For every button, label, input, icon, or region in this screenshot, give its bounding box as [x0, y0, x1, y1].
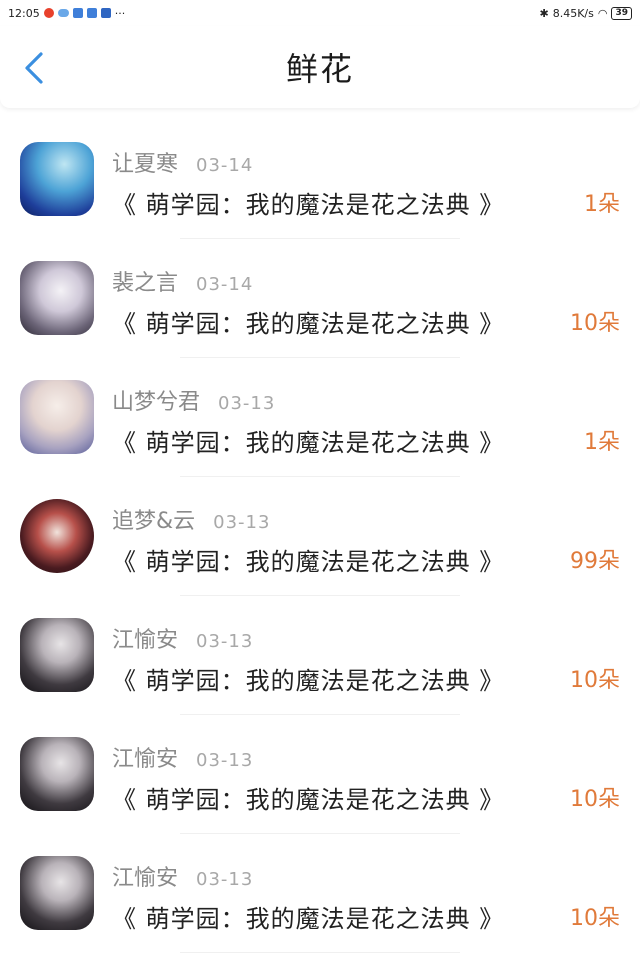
book-line: 《 萌学园：我的魔法是花之法典 》 10朵 [112, 661, 620, 696]
avatar[interactable] [20, 499, 94, 573]
book-line: 《 萌学园：我的魔法是花之法典 》 10朵 [112, 780, 620, 815]
book-title[interactable]: 《 萌学园：我的魔法是花之法典 》 [112, 899, 504, 934]
notification-icon [86, 8, 97, 18]
chevron-left-icon [25, 52, 43, 84]
item-text: 江愉安 03-13 《 萌学园：我的魔法是花之法典 》 10朵 [112, 860, 620, 934]
status-left: 12:05 ··· [8, 7, 125, 20]
list-item[interactable]: 追梦&云 03-13 《 萌学园：我的魔法是花之法典 》 99朵 [0, 477, 640, 596]
flower-count: 99朵 [570, 549, 620, 574]
avatar[interactable] [20, 737, 94, 811]
book-line: 《 萌学园：我的魔法是花之法典 》 10朵 [112, 304, 620, 339]
flower-list: 让夏寒 03-14 《 萌学园：我的魔法是花之法典 》 1朵 裴之言 03-14… [0, 120, 640, 953]
status-bar: 12:05 ··· ✱ 8.45K/s ◠ 39 [0, 0, 640, 26]
more-notifications-icon: ··· [114, 6, 126, 20]
username[interactable]: 江愉安 [112, 622, 178, 654]
item-meta: 江愉安 03-13 [112, 622, 620, 654]
book-title[interactable]: 《 萌学园：我的魔法是花之法典 》 [112, 542, 504, 577]
flower-count: 1朵 [584, 430, 620, 455]
date: 03-13 [218, 393, 276, 414]
status-right: ✱ 8.45K/s ◠ 39 [539, 6, 632, 20]
item-text: 山梦兮君 03-13 《 萌学园：我的魔法是花之法典 》 1朵 [112, 384, 620, 458]
book-line: 《 萌学园：我的魔法是花之法典 》 1朵 [112, 423, 620, 458]
page-header: 鲜花 [0, 26, 640, 108]
book-line: 《 萌学园：我的魔法是花之法典 》 10朵 [112, 899, 620, 934]
date: 03-13 [196, 869, 254, 890]
list-item[interactable]: 江愉安 03-13 《 萌学园：我的魔法是花之法典 》 10朵 [0, 834, 640, 953]
item-text: 江愉安 03-13 《 萌学园：我的魔法是花之法典 》 10朵 [112, 741, 620, 815]
flower-count: 10朵 [570, 787, 620, 812]
flower-count: 1朵 [584, 192, 620, 217]
username[interactable]: 江愉安 [112, 741, 178, 773]
username[interactable]: 山梦兮君 [112, 384, 200, 416]
date: 03-13 [196, 750, 254, 771]
item-meta: 江愉安 03-13 [112, 860, 620, 892]
book-line: 《 萌学园：我的魔法是花之法典 》 99朵 [112, 542, 620, 577]
item-text: 追梦&云 03-13 《 萌学园：我的魔法是花之法典 》 99朵 [112, 503, 620, 577]
battery-level: 39 [615, 7, 628, 18]
notification-icon [72, 8, 83, 18]
book-title[interactable]: 《 萌学园：我的魔法是花之法典 》 [112, 185, 504, 220]
book-title[interactable]: 《 萌学园：我的魔法是花之法典 》 [112, 304, 504, 339]
avatar[interactable] [20, 856, 94, 930]
battery-icon: 39 [611, 6, 632, 20]
flower-count: 10朵 [570, 906, 620, 931]
network-speed: 8.45K/s [552, 6, 594, 20]
avatar[interactable] [20, 142, 94, 216]
date: 03-13 [196, 631, 254, 652]
username[interactable]: 江愉安 [112, 860, 178, 892]
date: 03-13 [213, 512, 271, 533]
item-text: 江愉安 03-13 《 萌学园：我的魔法是花之法典 》 10朵 [112, 622, 620, 696]
status-time: 12:05 [8, 6, 40, 20]
weibo-icon [43, 8, 54, 18]
avatar[interactable] [20, 261, 94, 335]
flower-count: 10朵 [570, 668, 620, 693]
book-line: 《 萌学园：我的魔法是花之法典 》 1朵 [112, 185, 620, 220]
username[interactable]: 裴之言 [112, 265, 178, 297]
wifi-icon: ◠ [597, 6, 608, 20]
item-meta: 追梦&云 03-13 [112, 503, 620, 535]
item-text: 让夏寒 03-14 《 萌学园：我的魔法是花之法典 》 1朵 [112, 146, 620, 220]
list-item[interactable]: 让夏寒 03-14 《 萌学园：我的魔法是花之法典 》 1朵 [0, 120, 640, 239]
avatar[interactable] [20, 380, 94, 454]
back-button[interactable] [16, 50, 52, 86]
book-title[interactable]: 《 萌学园：我的魔法是花之法典 》 [112, 423, 504, 458]
date: 03-14 [196, 274, 254, 295]
flower-count: 10朵 [570, 311, 620, 336]
username[interactable]: 让夏寒 [112, 146, 178, 178]
location-icon [100, 8, 111, 18]
cloud-icon [57, 9, 69, 17]
bluetooth-icon: ✱ [539, 6, 549, 20]
list-item[interactable]: 裴之言 03-14 《 萌学园：我的魔法是花之法典 》 10朵 [0, 239, 640, 358]
item-meta: 山梦兮君 03-13 [112, 384, 620, 416]
username[interactable]: 追梦&云 [112, 503, 195, 535]
page-title: 鲜花 [285, 50, 354, 88]
item-meta: 江愉安 03-13 [112, 741, 620, 773]
divider [180, 952, 460, 953]
book-title[interactable]: 《 萌学园：我的魔法是花之法典 》 [112, 780, 504, 815]
book-title[interactable]: 《 萌学园：我的魔法是花之法典 》 [112, 661, 504, 696]
list-item[interactable]: 江愉安 03-13 《 萌学园：我的魔法是花之法典 》 10朵 [0, 715, 640, 834]
item-meta: 裴之言 03-14 [112, 265, 620, 297]
item-text: 裴之言 03-14 《 萌学园：我的魔法是花之法典 》 10朵 [112, 265, 620, 339]
list-item[interactable]: 江愉安 03-13 《 萌学园：我的魔法是花之法典 》 10朵 [0, 596, 640, 715]
date: 03-14 [196, 155, 254, 176]
item-meta: 让夏寒 03-14 [112, 146, 620, 178]
avatar[interactable] [20, 618, 94, 692]
list-item[interactable]: 山梦兮君 03-13 《 萌学园：我的魔法是花之法典 》 1朵 [0, 358, 640, 477]
